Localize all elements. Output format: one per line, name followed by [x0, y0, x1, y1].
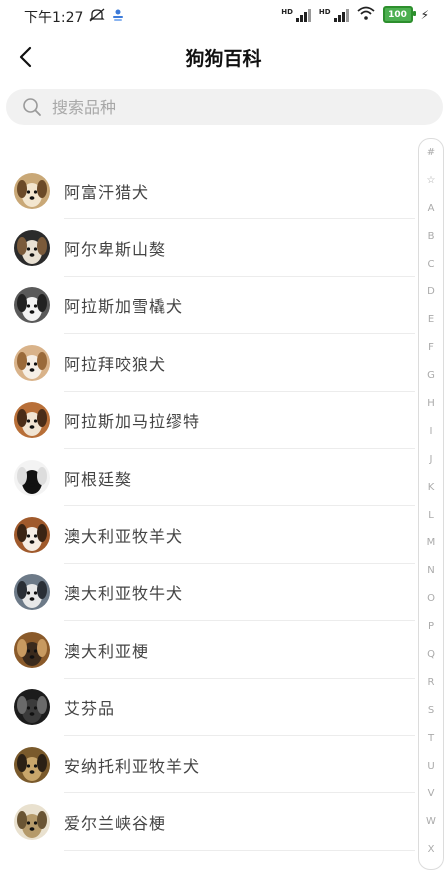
breed-avatar	[14, 459, 50, 496]
breed-avatar	[14, 803, 50, 840]
index-letter[interactable]: U	[419, 753, 443, 781]
search-input[interactable]	[50, 96, 414, 118]
breed-list-item[interactable]: 阿拉斯加马拉缪特	[0, 392, 415, 449]
index-letter[interactable]: N	[419, 557, 443, 585]
breed-avatar	[14, 574, 50, 611]
index-letter[interactable]: C	[419, 251, 443, 279]
status-right: HD HD 100 ⚡	[281, 6, 429, 23]
index-letter[interactable]: G	[419, 362, 443, 390]
index-letter[interactable]: R	[419, 669, 443, 697]
index-letter[interactable]: O	[419, 585, 443, 613]
index-letter[interactable]: L	[419, 502, 443, 530]
index-letter[interactable]: J	[419, 446, 443, 474]
index-letter[interactable]: V	[419, 780, 443, 808]
index-letter[interactable]: E	[419, 306, 443, 334]
breed-avatar	[14, 402, 50, 439]
page-title: 狗狗百科	[185, 48, 262, 70]
breed-list-item[interactable]: 爱尔兰峡谷梗	[0, 793, 415, 851]
breed-name: 澳大利亚牧牛犬	[64, 584, 184, 604]
breed-name: 阿根廷獒	[64, 469, 133, 489]
battery-level: 100	[388, 9, 407, 20]
breed-name: 阿拉斯加雪橇犬	[64, 297, 184, 317]
status-time: 下午1:27	[24, 10, 84, 26]
index-letter[interactable]: W	[419, 808, 443, 836]
breed-list-item[interactable]: 阿拉拜咬狼犬	[0, 334, 415, 392]
breed-name: 澳大利亚梗	[64, 641, 150, 661]
breed-avatar	[14, 172, 50, 209]
breed-name: 安纳托利亚牧羊犬	[64, 756, 201, 776]
index-letter[interactable]: #	[419, 139, 443, 167]
breed-list-item[interactable]: 阿根廷獒	[0, 449, 415, 507]
index-letter[interactable]: F	[419, 334, 443, 362]
divider	[64, 849, 415, 851]
breed-list-item[interactable]: 阿尔卑斯山獒	[0, 219, 415, 277]
index-letter[interactable]: H	[419, 390, 443, 418]
status-left: 下午1:27	[24, 7, 125, 27]
breed-list-item[interactable]: 阿富汗猎犬	[0, 162, 415, 220]
battery-icon: 100	[382, 6, 416, 23]
alphabet-index[interactable]: # ☆ A B C D E F G H I J K L M N O P Q R S T U V W X	[418, 138, 444, 870]
status-bar: 下午1:27 HD HD 100 ⚡	[0, 0, 447, 32]
breed-list: 阿富汗猎犬阿尔卑斯山獒 阿拉斯加雪橇犬 阿拉拜咬狼犬阿拉斯加马拉缪特 阿根廷獒澳大利亚…	[0, 162, 415, 851]
breed-avatar	[14, 517, 50, 554]
search-bar[interactable]	[6, 89, 443, 125]
breed-name: 阿拉斯加马拉缪特	[64, 412, 201, 432]
index-letter[interactable]: X	[419, 836, 443, 864]
breed-list-item[interactable]: 澳大利亚牧羊犬	[0, 506, 415, 564]
index-letter[interactable]: M	[419, 529, 443, 557]
search-icon	[23, 98, 41, 116]
index-letter[interactable]: B	[419, 223, 443, 251]
breed-name: 艾芬品	[64, 699, 116, 719]
header: 狗狗百科	[0, 32, 447, 82]
index-letter[interactable]: P	[419, 613, 443, 641]
breed-avatar	[14, 631, 50, 668]
index-letter[interactable]: ☆	[419, 167, 443, 195]
index-letter[interactable]: K	[419, 474, 443, 502]
breed-avatar	[14, 344, 50, 381]
breed-name: 爱尔兰峡谷梗	[64, 813, 167, 833]
breed-list-item[interactable]: 安纳托利亚牧羊犬	[0, 736, 415, 794]
index-letter[interactable]: D	[419, 278, 443, 306]
signal-icon: HD	[281, 8, 311, 22]
breed-name: 澳大利亚牧羊犬	[64, 527, 184, 547]
index-letter[interactable]: A	[419, 195, 443, 223]
index-letter[interactable]: T	[419, 725, 443, 753]
breed-avatar	[14, 287, 50, 324]
breed-avatar	[14, 230, 50, 267]
breed-name: 阿拉拜咬狼犬	[64, 354, 167, 374]
breed-name: 阿富汗猎犬	[64, 182, 150, 202]
index-letter[interactable]: I	[419, 418, 443, 446]
signal-icon-2: HD	[319, 8, 349, 22]
index-letter[interactable]: Q	[419, 641, 443, 669]
charging-icon: ⚡	[420, 7, 429, 22]
app-notification-icon	[111, 8, 125, 26]
breed-list-item[interactable]: 阿拉斯加雪橇犬	[0, 277, 415, 335]
wifi-icon	[356, 6, 375, 23]
breed-list-item[interactable]: 澳大利亚牧牛犬	[0, 564, 415, 622]
breed-list-item[interactable]: 艾芬品	[0, 679, 415, 736]
index-letter[interactable]: S	[419, 697, 443, 725]
breed-list-item[interactable]: 澳大利亚梗	[0, 621, 415, 679]
muted-notification-icon	[89, 8, 106, 26]
breed-avatar	[14, 746, 50, 783]
breed-avatar	[14, 689, 50, 726]
breed-name: 阿尔卑斯山獒	[64, 240, 167, 260]
